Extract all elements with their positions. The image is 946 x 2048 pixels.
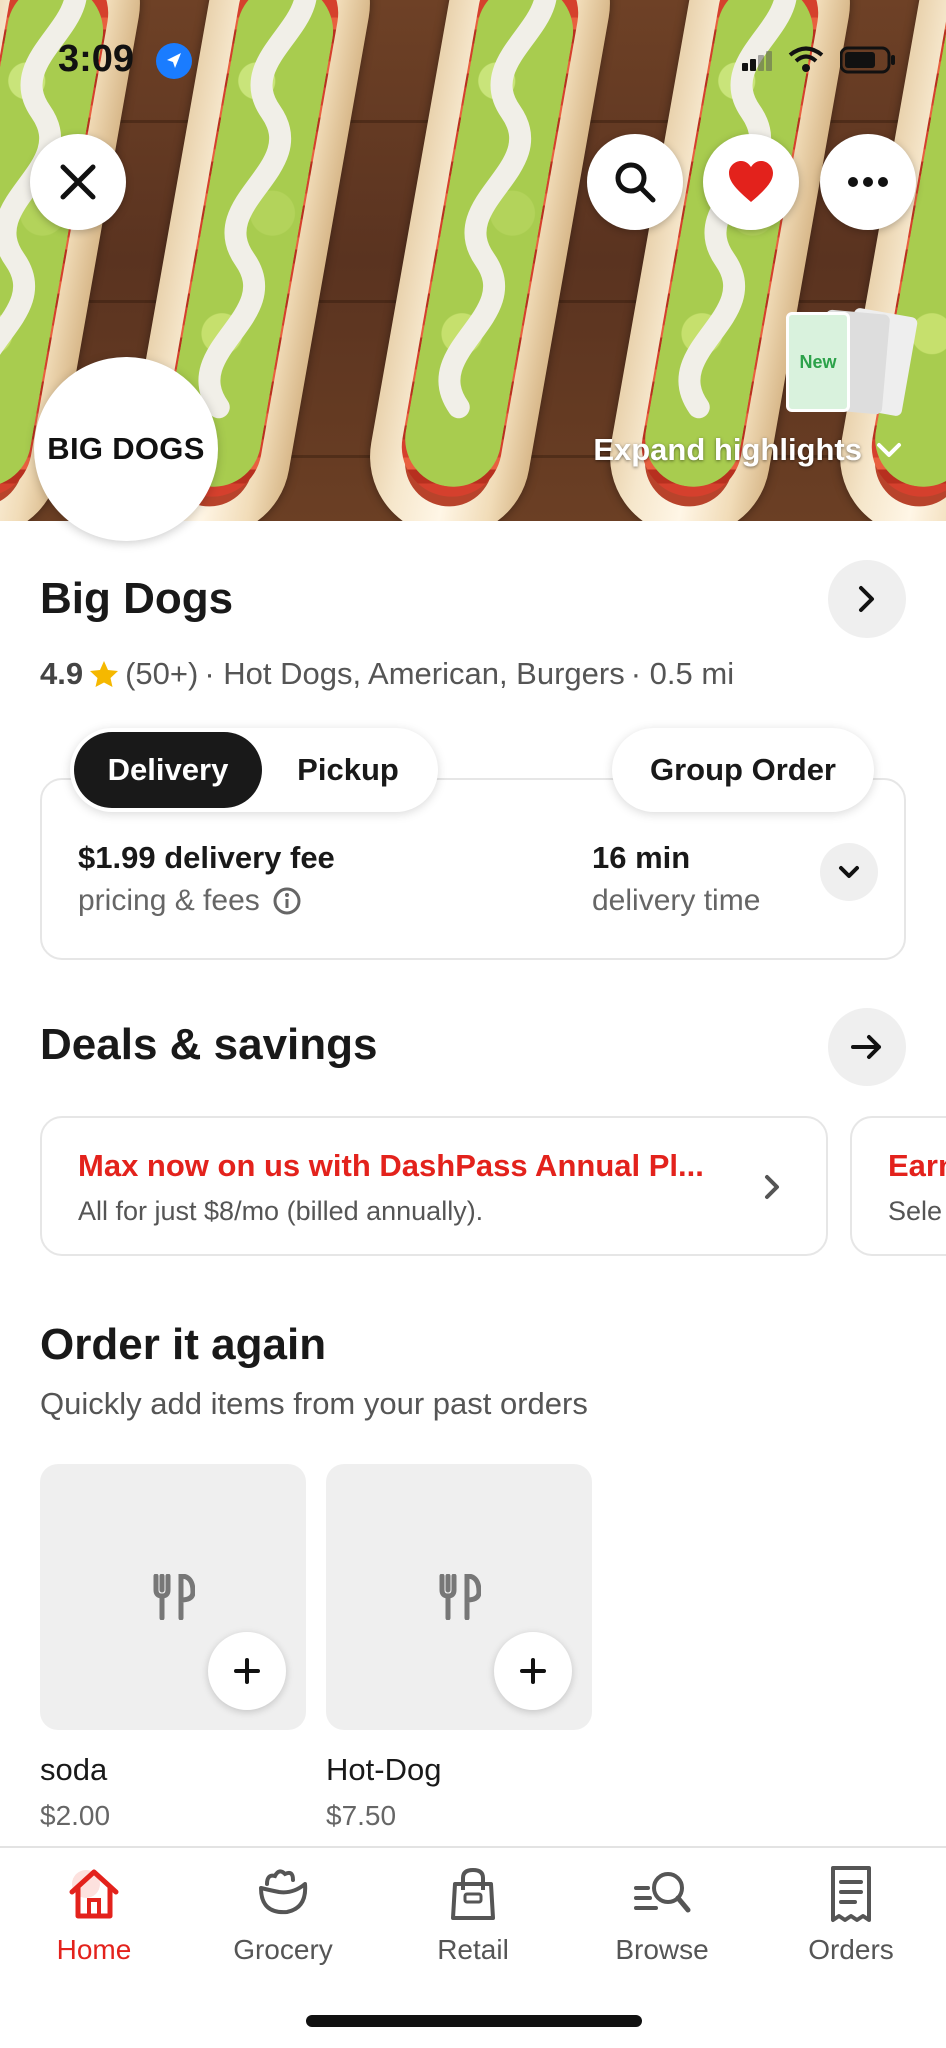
battery-icon bbox=[840, 46, 895, 74]
delivery-time-label: delivery time bbox=[592, 884, 761, 917]
store-logo: BIG DOGS bbox=[34, 357, 218, 541]
order-again-subtitle: Quickly add items from your past orders bbox=[40, 1386, 588, 1421]
chevron-right-icon bbox=[765, 1175, 779, 1199]
close-icon bbox=[60, 164, 96, 200]
wifi-icon bbox=[788, 46, 824, 72]
new-badge: New bbox=[799, 351, 837, 372]
deal-card[interactable]: Max now on us with DashPass Annual Pl...… bbox=[40, 1116, 828, 1256]
add-to-cart-button[interactable] bbox=[494, 1632, 572, 1710]
home-indicator bbox=[306, 2015, 642, 2027]
search-button[interactable] bbox=[587, 134, 683, 230]
bottom-tab-bar: Home Grocery Retail Browse Orders bbox=[0, 1846, 946, 2048]
store-meta: 4.9 (50+) · Hot Dogs, American, Burgers … bbox=[40, 656, 734, 692]
tab-label: Retail bbox=[437, 1934, 509, 1965]
close-button[interactable] bbox=[30, 134, 126, 230]
utensils-icon bbox=[439, 1574, 481, 1620]
delivery-time: 16 min bbox=[592, 840, 691, 875]
search-icon bbox=[615, 162, 656, 203]
item-price: $2.00 bbox=[40, 1800, 111, 1831]
receipt-icon bbox=[831, 1866, 871, 1922]
hotdog-image bbox=[357, 0, 623, 521]
heart-icon bbox=[729, 161, 773, 202]
chevron-right-icon bbox=[859, 586, 874, 612]
browse-search-icon bbox=[634, 1872, 691, 1913]
more-options-button[interactable] bbox=[820, 134, 916, 230]
chevron-down-icon bbox=[877, 443, 901, 457]
info-icon bbox=[273, 887, 301, 915]
store-logo-text: BIG DOGS bbox=[47, 431, 205, 466]
expand-highlights-button[interactable]: Expand highlights bbox=[593, 432, 902, 468]
tab-label: Orders bbox=[808, 1934, 894, 1965]
pricing-fees-label: pricing & fees bbox=[78, 884, 260, 917]
tab-browse[interactable]: Browse bbox=[582, 1864, 742, 1966]
store-reviews: (50+) bbox=[125, 656, 199, 691]
deal-card[interactable]: Earn Sele bbox=[850, 1116, 946, 1256]
status-icons bbox=[742, 46, 896, 74]
expand-delivery-button[interactable] bbox=[820, 843, 878, 901]
store-rating: 4.9 bbox=[40, 656, 84, 691]
store-info-button[interactable] bbox=[828, 560, 906, 638]
store-cuisines: · Hot Dogs, American, Burgers bbox=[204, 656, 625, 691]
highlight-card-new: New bbox=[786, 312, 850, 412]
favorite-button[interactable] bbox=[703, 134, 799, 230]
tab-retail[interactable]: Retail bbox=[393, 1864, 553, 1966]
store-distance: · 0.5 mi bbox=[630, 656, 735, 691]
tab-label: Grocery bbox=[233, 1934, 333, 1965]
group-order-button[interactable]: Group Order bbox=[612, 728, 874, 812]
retail-bag-icon bbox=[451, 1867, 495, 1920]
plus-icon bbox=[520, 1658, 546, 1684]
add-to-cart-button[interactable] bbox=[208, 1632, 286, 1710]
tab-orders[interactable]: Orders bbox=[771, 1864, 931, 1966]
deal-subtitle: Sele bbox=[888, 1196, 943, 1226]
deal-subtitle: All for just $8/mo (billed annually). bbox=[78, 1196, 484, 1226]
grocery-icon bbox=[259, 1869, 308, 1915]
item-name: soda bbox=[40, 1752, 108, 1787]
star-icon bbox=[90, 661, 119, 687]
tab-grocery[interactable]: Grocery bbox=[203, 1864, 363, 1966]
plus-icon bbox=[234, 1658, 260, 1684]
delivery-fee: $1.99 delivery fee bbox=[78, 840, 335, 875]
store-name: Big Dogs bbox=[40, 574, 234, 623]
pickup-option[interactable]: Pickup bbox=[262, 732, 434, 808]
highlights-thumbnails[interactable]: New bbox=[786, 307, 919, 417]
signal-icon bbox=[742, 51, 772, 71]
delivery-option[interactable]: Delivery bbox=[74, 732, 262, 808]
tab-label: Browse bbox=[615, 1934, 709, 1965]
chevron-down-icon bbox=[839, 866, 859, 878]
deals-title: Deals & savings bbox=[40, 1020, 378, 1069]
order-again-item-tile[interactable] bbox=[326, 1464, 592, 1730]
status-time: 3:09 bbox=[58, 38, 135, 80]
pricing-fees-link[interactable]: pricing & fees bbox=[78, 884, 302, 918]
location-arrow-icon bbox=[156, 43, 192, 79]
home-icon bbox=[69, 1869, 119, 1919]
order-again-item-tile[interactable] bbox=[40, 1464, 306, 1730]
order-again-title: Order it again bbox=[40, 1320, 327, 1369]
item-price: $7.50 bbox=[326, 1800, 397, 1831]
deals-see-all-button[interactable] bbox=[828, 1008, 906, 1086]
fulfillment-toggle: Delivery Pickup bbox=[70, 728, 438, 812]
deal-title: Max now on us with DashPass Annual Pl... bbox=[78, 1148, 704, 1183]
expand-highlights-label: Expand highlights bbox=[593, 432, 862, 467]
deal-title: Earn bbox=[888, 1148, 946, 1183]
item-name: Hot-Dog bbox=[326, 1752, 442, 1787]
utensils-icon bbox=[153, 1574, 195, 1620]
tab-label: Home bbox=[56, 1934, 132, 1965]
tab-home[interactable]: Home bbox=[14, 1864, 174, 1966]
more-icon bbox=[848, 177, 888, 187]
arrow-right-icon bbox=[851, 1035, 881, 1059]
